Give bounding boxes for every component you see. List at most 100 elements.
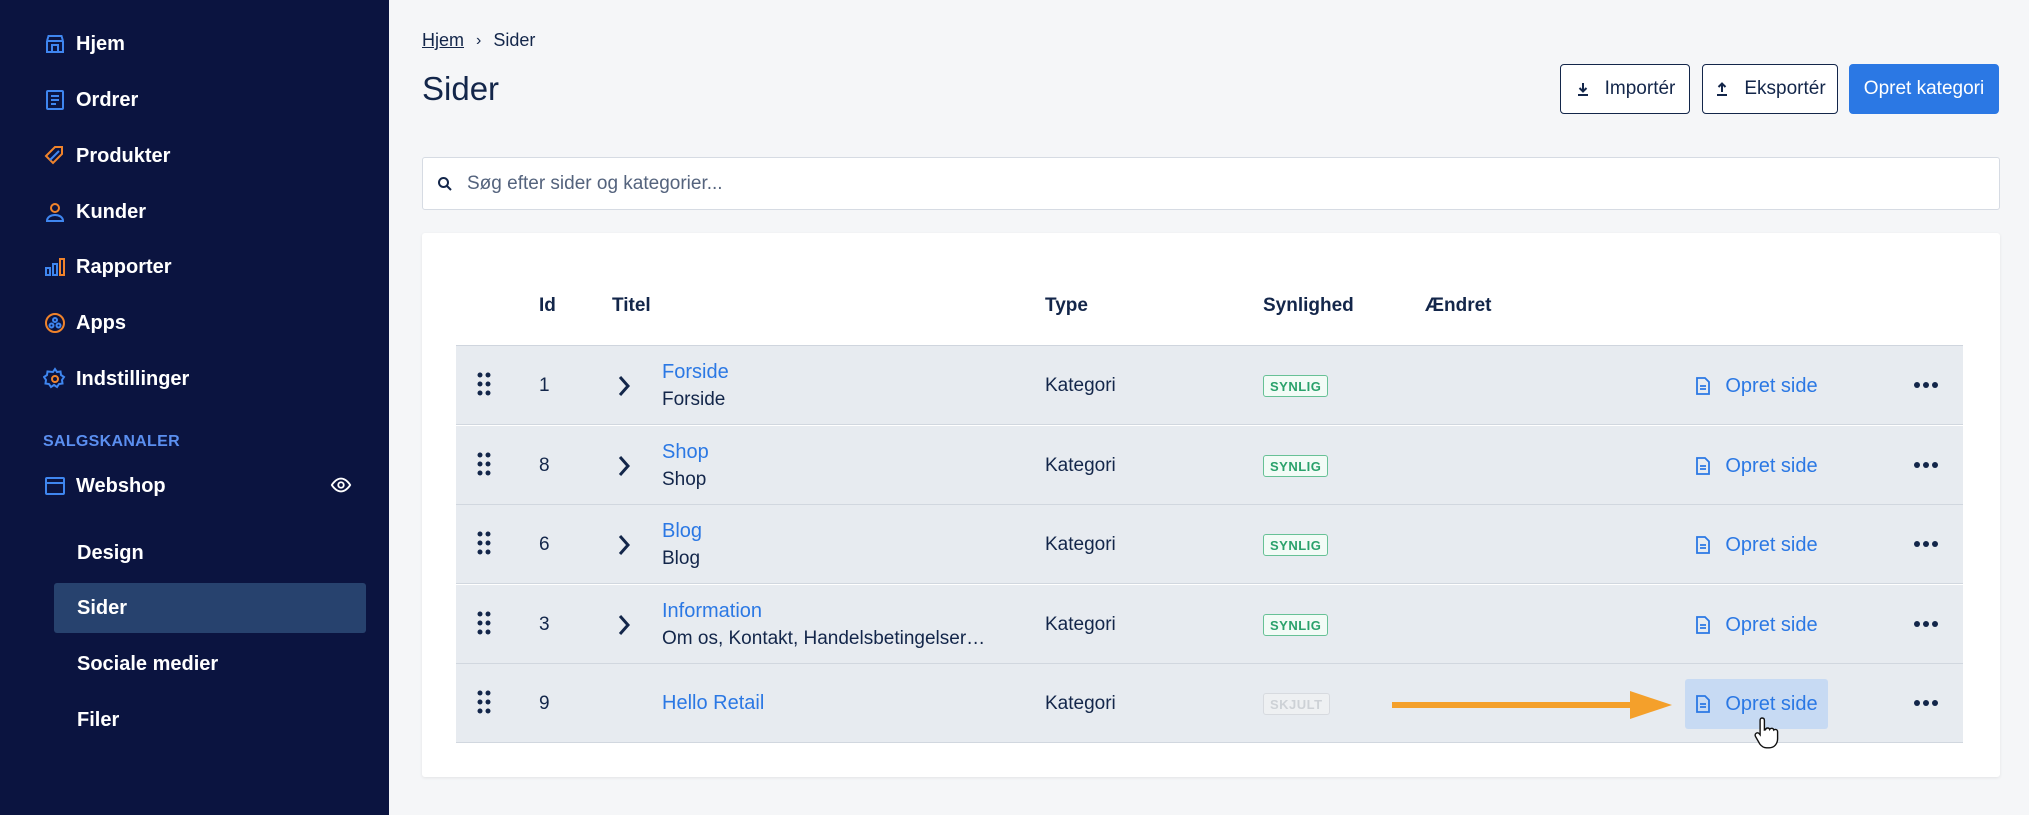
create-page-label: Opret side bbox=[1725, 533, 1818, 556]
create-category-button[interactable]: Opret kategori bbox=[1849, 64, 1999, 114]
document-icon bbox=[1696, 377, 1711, 395]
sidebar-item-indstillinger[interactable]: Indstillinger bbox=[42, 357, 189, 401]
drag-handle-icon[interactable] bbox=[476, 371, 492, 397]
create-page-label: Opret side bbox=[1725, 374, 1818, 397]
status-badge: SYNLIG bbox=[1263, 614, 1329, 636]
row-id: 8 bbox=[539, 455, 550, 476]
chevron-right-icon[interactable] bbox=[616, 613, 632, 637]
create-page-button[interactable]: Opret side bbox=[1685, 361, 1828, 411]
chevron-right-icon[interactable] bbox=[616, 374, 632, 398]
drag-handle-icon[interactable] bbox=[476, 689, 492, 715]
export-button-label: Eksportér bbox=[1744, 78, 1826, 99]
table-row[interactable]: 1 Forside Forside Kategori SYNLIG Opret … bbox=[456, 346, 1963, 425]
download-icon bbox=[1577, 83, 1588, 96]
create-page-button[interactable]: Opret side bbox=[1685, 441, 1828, 491]
store-icon bbox=[42, 31, 68, 57]
sidebar-item-rapporter[interactable]: Rapporter bbox=[42, 245, 172, 289]
row-type: Kategori bbox=[1045, 375, 1116, 396]
sidebar-item-hjem[interactable]: Hjem bbox=[42, 22, 125, 66]
sidebar-item-kunder[interactable]: Kunder bbox=[42, 190, 146, 234]
chevron-right-icon: › bbox=[476, 31, 482, 49]
sidebar-subitem-label: Design bbox=[77, 541, 144, 564]
more-options-icon[interactable] bbox=[1913, 694, 1939, 712]
sidebar-subitem-filer[interactable]: Filer bbox=[54, 695, 366, 745]
breadcrumb-home-link[interactable]: Hjem bbox=[422, 30, 464, 51]
import-button-label: Importér bbox=[1604, 78, 1676, 99]
row-title-link[interactable]: Blog bbox=[662, 520, 702, 543]
more-options-icon[interactable] bbox=[1913, 456, 1939, 474]
create-page-label: Opret side bbox=[1725, 454, 1818, 477]
upload-icon bbox=[1717, 82, 1728, 96]
row-id: 1 bbox=[539, 375, 550, 396]
table-row[interactable]: 3 Information Om os, Kontakt, Handelsbet… bbox=[456, 585, 1963, 664]
row-subtitle: Om os, Kontakt, Handelsbetingelser… bbox=[662, 628, 986, 649]
sidebar-item-webshop[interactable]: Webshop bbox=[42, 464, 166, 508]
status-badge: SYNLIG bbox=[1263, 375, 1329, 397]
column-header-changed[interactable]: Ændret bbox=[1425, 295, 1492, 317]
search-icon bbox=[438, 176, 452, 191]
column-header-type[interactable]: Type bbox=[1045, 295, 1088, 317]
tag-icon bbox=[42, 143, 68, 169]
sidebar-item-label: Ordrer bbox=[76, 88, 139, 111]
drag-handle-icon[interactable] bbox=[476, 530, 492, 556]
gear-icon bbox=[42, 366, 68, 392]
row-id: 9 bbox=[539, 693, 550, 714]
column-header-visibility[interactable]: Synlighed bbox=[1263, 295, 1354, 317]
eye-icon[interactable] bbox=[330, 474, 352, 496]
bar-chart-icon bbox=[42, 254, 68, 280]
row-title-link[interactable]: Shop bbox=[662, 441, 709, 464]
create-page-button[interactable]: Opret side bbox=[1685, 600, 1828, 650]
search-input[interactable] bbox=[467, 172, 1967, 195]
sidebar-item-apps[interactable]: Apps bbox=[42, 301, 126, 345]
row-subtitle: Blog bbox=[662, 548, 701, 569]
status-badge: SYNLIG bbox=[1263, 455, 1329, 477]
sidebar-item-label: Webshop bbox=[76, 474, 166, 497]
sidebar-item-produkter[interactable]: Produkter bbox=[42, 134, 170, 178]
column-header-id[interactable]: Id bbox=[539, 295, 556, 317]
row-title-link[interactable]: Hello Retail bbox=[662, 692, 764, 715]
row-type: Kategori bbox=[1045, 455, 1116, 476]
section-label-salgskanaler: SALGSKANALER bbox=[43, 433, 180, 450]
export-button[interactable]: Eksportér bbox=[1702, 64, 1838, 114]
row-title-link[interactable]: Forside bbox=[662, 361, 729, 384]
sidebar-subitem-sider[interactable]: Sider bbox=[54, 583, 366, 633]
user-icon bbox=[42, 199, 68, 225]
sidebar-item-label: Indstillinger bbox=[76, 367, 190, 390]
sidebar-subitem-sociale-medier[interactable]: Sociale medier bbox=[54, 639, 366, 689]
create-page-button[interactable]: Opret side bbox=[1685, 520, 1828, 570]
row-title-link[interactable]: Information bbox=[662, 600, 762, 623]
more-options-icon[interactable] bbox=[1913, 615, 1939, 633]
sidebar-item-label: Hjem bbox=[76, 32, 125, 55]
sidebar-item-label: Kunder bbox=[76, 200, 146, 223]
import-button[interactable]: Importér bbox=[1560, 64, 1690, 114]
sidebar: Hjem Ordrer Produkter Kunder Rapporter A… bbox=[0, 0, 389, 815]
row-type: Kategori bbox=[1045, 534, 1116, 555]
more-options-icon[interactable] bbox=[1913, 376, 1939, 394]
sidebar-item-label: Produkter bbox=[76, 144, 171, 167]
sidebar-subitem-design[interactable]: Design bbox=[54, 528, 366, 578]
storefront-icon bbox=[42, 473, 68, 499]
row-subtitle: Shop bbox=[662, 469, 707, 490]
chevron-right-icon[interactable] bbox=[616, 454, 632, 478]
column-header-title[interactable]: Titel bbox=[612, 295, 651, 317]
sidebar-subitem-label: Filer bbox=[77, 708, 120, 731]
sidebar-subitem-label: Sociale medier bbox=[77, 652, 219, 675]
annotation-arrow-icon bbox=[1392, 691, 1672, 719]
status-badge: SYNLIG bbox=[1263, 534, 1329, 556]
drag-handle-icon[interactable] bbox=[476, 610, 492, 636]
more-options-icon[interactable] bbox=[1913, 535, 1939, 553]
table-row[interactable]: 9 Hello Retail Kategori SKJULT Opret sid… bbox=[456, 664, 1963, 743]
hand-cursor-icon bbox=[1754, 717, 1779, 749]
table-row[interactable]: 8 Shop Shop Kategori SYNLIG Opret side bbox=[456, 426, 1963, 505]
sidebar-item-label: Apps bbox=[76, 311, 126, 334]
table-row[interactable]: 6 Blog Blog Kategori SYNLIG Opret side bbox=[456, 505, 1963, 584]
document-icon bbox=[1696, 457, 1711, 475]
sidebar-item-label: Rapporter bbox=[76, 255, 172, 278]
orders-icon bbox=[42, 87, 68, 113]
chevron-right-icon[interactable] bbox=[616, 533, 632, 557]
document-icon bbox=[1696, 536, 1711, 554]
sidebar-item-ordrer[interactable]: Ordrer bbox=[42, 78, 138, 122]
document-icon bbox=[1696, 695, 1711, 713]
status-badge: SKJULT bbox=[1263, 693, 1330, 715]
drag-handle-icon[interactable] bbox=[476, 451, 492, 477]
